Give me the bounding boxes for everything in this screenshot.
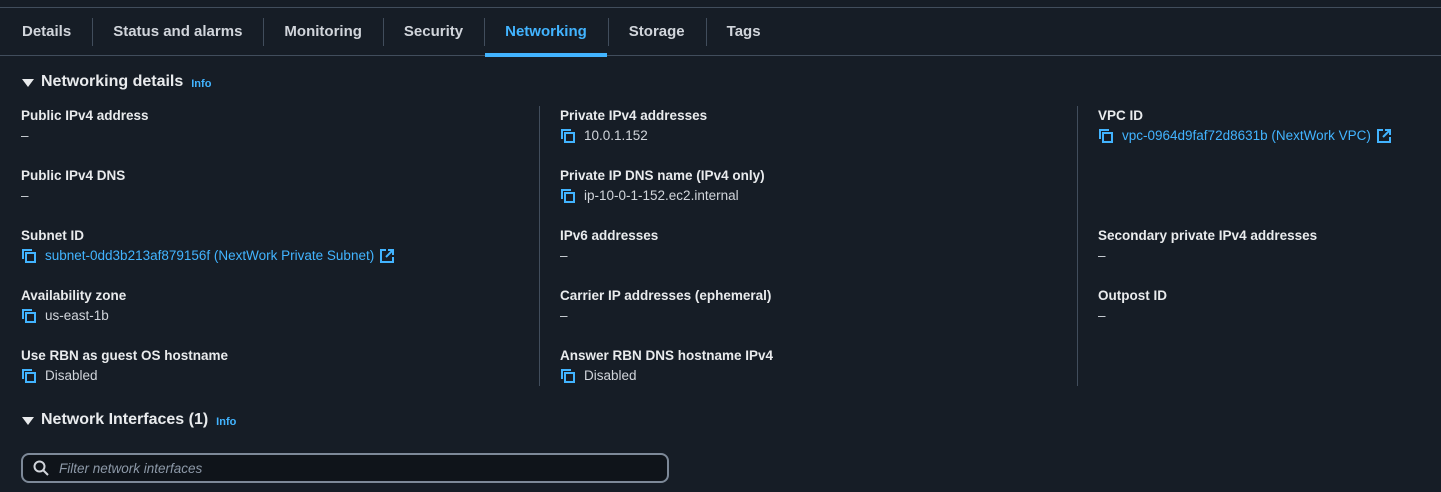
field-label: Private IP DNS name (IPv4 only)	[560, 168, 765, 183]
outpost-id-field: Outpost ID –	[1098, 286, 1428, 326]
field-label: Public IPv4 DNS	[21, 168, 126, 183]
networking-details-title: Networking details	[41, 73, 184, 90]
field-label: VPC ID	[1098, 108, 1144, 123]
external-link-icon[interactable]	[1376, 129, 1391, 143]
field-label: Public IPv4 address	[21, 108, 149, 123]
private-ip-dns-value-row: ip-10-0-1-152.ec2.internal	[560, 186, 1060, 206]
network-interfaces-info-link[interactable]: Info	[216, 416, 236, 428]
field-label: Answer RBN DNS hostname IPv4	[560, 348, 774, 363]
field-label: Secondary private IPv4 addresses	[1098, 228, 1318, 243]
tab-security[interactable]: Security	[382, 8, 484, 56]
use-rbn-hostname-value-row: Disabled	[21, 366, 521, 386]
copy-icon[interactable]	[560, 188, 576, 204]
copy-icon[interactable]	[21, 248, 37, 264]
copy-icon[interactable]	[1098, 128, 1114, 144]
tab-networking[interactable]: Networking	[484, 8, 608, 57]
tab-storage[interactable]: Storage	[607, 8, 706, 56]
answer-rbn-dns-field: Answer RBN DNS hostname IPv4 Disabled	[560, 346, 1060, 386]
networking-details-info-link[interactable]: Info	[191, 78, 211, 90]
field-label: Outpost ID	[1098, 288, 1167, 303]
field-label: Availability zone	[21, 288, 127, 303]
availability-zone-field: Availability zone us-east-1b	[21, 286, 521, 326]
carrier-ip-addresses-field: Carrier IP addresses (ephemeral) –	[560, 286, 1060, 326]
field-value: –	[560, 308, 568, 323]
tab-monitoring[interactable]: Monitoring	[263, 8, 382, 56]
use-rbn-hostname-field: Use RBN as guest OS hostname Disabled	[21, 346, 521, 386]
vpc-id-field: VPC ID vpc-0964d9faf72d8631b (NextWork V…	[1098, 106, 1428, 146]
availability-zone-value-row: us-east-1b	[21, 306, 521, 326]
field-label: Carrier IP addresses (ephemeral)	[560, 288, 772, 303]
private-ip-dns-name-field: Private IP DNS name (IPv4 only) ip-10-0-…	[560, 166, 1060, 206]
private-ipv4-value: 10.0.1.152	[584, 128, 648, 143]
copy-icon[interactable]	[21, 308, 37, 324]
field-value: –	[1098, 308, 1106, 323]
secondary-private-ipv4-field: Secondary private IPv4 addresses –	[1098, 226, 1428, 266]
network-interfaces-title: Network Interfaces (1)	[41, 411, 209, 428]
vpc-id-value-row: vpc-0964d9faf72d8631b (NextWork VPC)	[1098, 126, 1428, 146]
tab-tags[interactable]: Tags	[705, 8, 782, 56]
availability-zone-value: us-east-1b	[45, 308, 109, 323]
vpc-id-link[interactable]: vpc-0964d9faf72d8631b (NextWork VPC)	[1122, 126, 1371, 146]
copy-icon[interactable]	[560, 128, 576, 144]
field-value: –	[21, 188, 29, 203]
external-link-icon[interactable]	[380, 249, 395, 263]
filter-network-interfaces-input[interactable]	[59, 460, 659, 476]
tab-status-and-alarms[interactable]: Status and alarms	[92, 8, 263, 56]
private-ip-dns-value: ip-10-0-1-152.ec2.internal	[584, 188, 739, 203]
networking-details-header[interactable]: Networking details Info	[22, 73, 211, 91]
caret-down-icon	[22, 78, 34, 87]
field-value: –	[560, 248, 568, 263]
field-label: IPv6 addresses	[560, 228, 659, 243]
field-value: –	[21, 128, 29, 143]
field-label: Private IPv4 addresses	[560, 108, 708, 123]
subnet-id-value-row: subnet-0dd3b213af879156f (NextWork Priva…	[21, 246, 521, 266]
tab-details[interactable]: Details	[0, 8, 92, 56]
tab-bar: Details Status and alarms Monitoring Sec…	[0, 8, 1441, 57]
copy-icon[interactable]	[560, 368, 576, 384]
ipv6-addresses-field: IPv6 addresses –	[560, 226, 1060, 266]
public-ipv4-dns-field: Public IPv4 DNS –	[21, 166, 521, 206]
search-icon	[33, 460, 49, 476]
subnet-id-field: Subnet ID subnet-0dd3b213af879156f (Next…	[21, 226, 521, 266]
private-ipv4-addresses-field: Private IPv4 addresses 10.0.1.152	[560, 106, 1060, 146]
network-interfaces-header[interactable]: Network Interfaces (1) Info	[22, 411, 236, 429]
public-ipv4-address-field: Public IPv4 address –	[21, 106, 521, 146]
subnet-id-link[interactable]: subnet-0dd3b213af879156f (NextWork Priva…	[45, 246, 374, 266]
details-column-2: Private IPv4 addresses 10.0.1.152 Privat…	[539, 106, 1077, 386]
details-column-1: Public IPv4 address – Public IPv4 DNS – …	[21, 106, 539, 386]
field-value: –	[1098, 248, 1106, 263]
private-ipv4-value-row: 10.0.1.152	[560, 126, 1060, 146]
answer-rbn-dns-value-row: Disabled	[560, 366, 1060, 386]
use-rbn-hostname-value: Disabled	[45, 368, 98, 383]
details-column-3: VPC ID vpc-0964d9faf72d8631b (NextWork V…	[1077, 106, 1427, 386]
field-label: Use RBN as guest OS hostname	[21, 348, 229, 363]
filter-network-interfaces[interactable]	[21, 453, 669, 483]
field-label: Subnet ID	[21, 228, 84, 243]
caret-down-icon	[22, 416, 34, 425]
answer-rbn-dns-value: Disabled	[584, 368, 637, 383]
copy-icon[interactable]	[21, 368, 37, 384]
